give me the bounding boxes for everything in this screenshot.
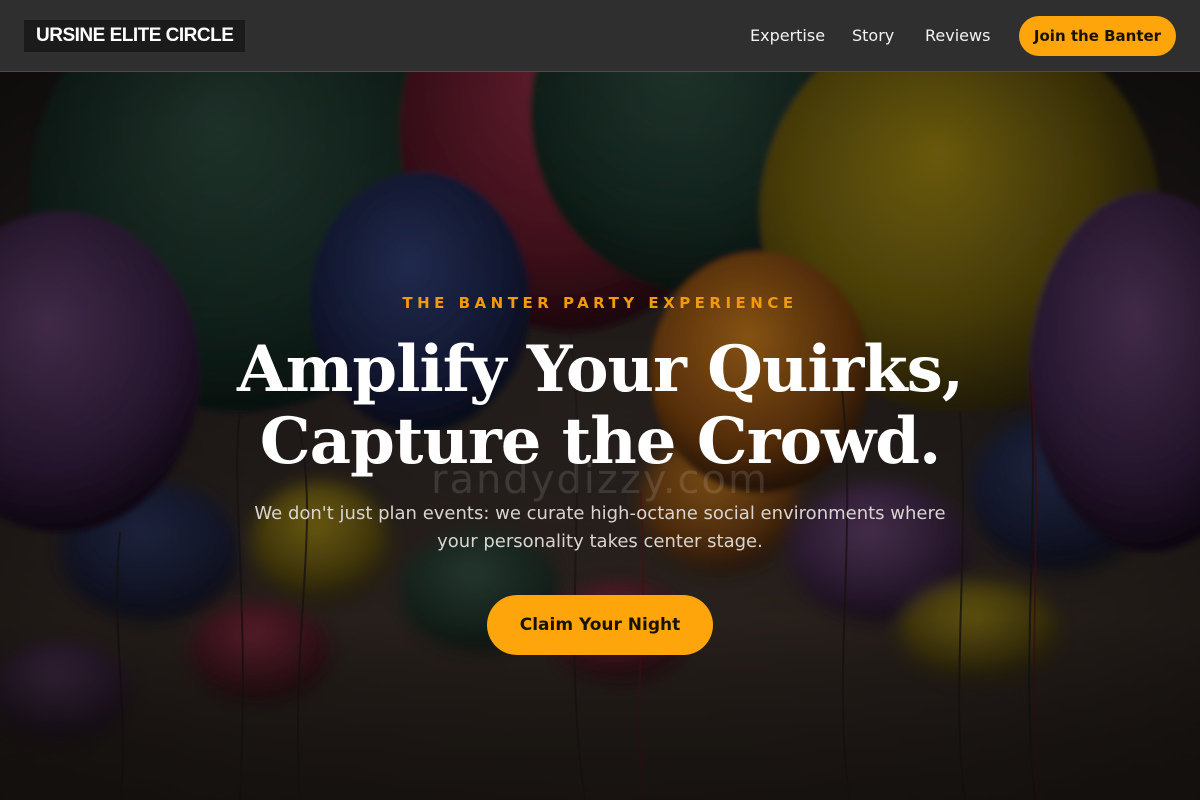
nav-link-reviews[interactable]: Reviews (925, 0, 990, 72)
nav-link-expertise[interactable]: Expertise (750, 0, 825, 72)
site-header: URSINE ELITE CIRCLE Expertise Story Revi… (0, 0, 1200, 72)
claim-your-night-button[interactable]: Claim Your Night (487, 595, 713, 655)
brand-logo[interactable]: URSINE ELITE CIRCLE (24, 20, 246, 52)
hero-eyebrow: THE BANTER PARTY EXPERIENCE (402, 294, 798, 312)
nav-link-story[interactable]: Story (852, 0, 894, 72)
watermark: randydizzy.com (431, 457, 769, 503)
hero-subtext: We don't just plan events: we curate hig… (254, 503, 946, 552)
landing-page: URSINE ELITE CIRCLE Expertise Story Revi… (0, 0, 1200, 800)
join-the-banter-button[interactable]: Join the Banter (1019, 16, 1176, 56)
hero-headline-line-1: Amplify Your Quirks, (236, 332, 964, 407)
hero-section: THE BANTER PARTY EXPERIENCE Amplify Your… (0, 72, 1200, 800)
